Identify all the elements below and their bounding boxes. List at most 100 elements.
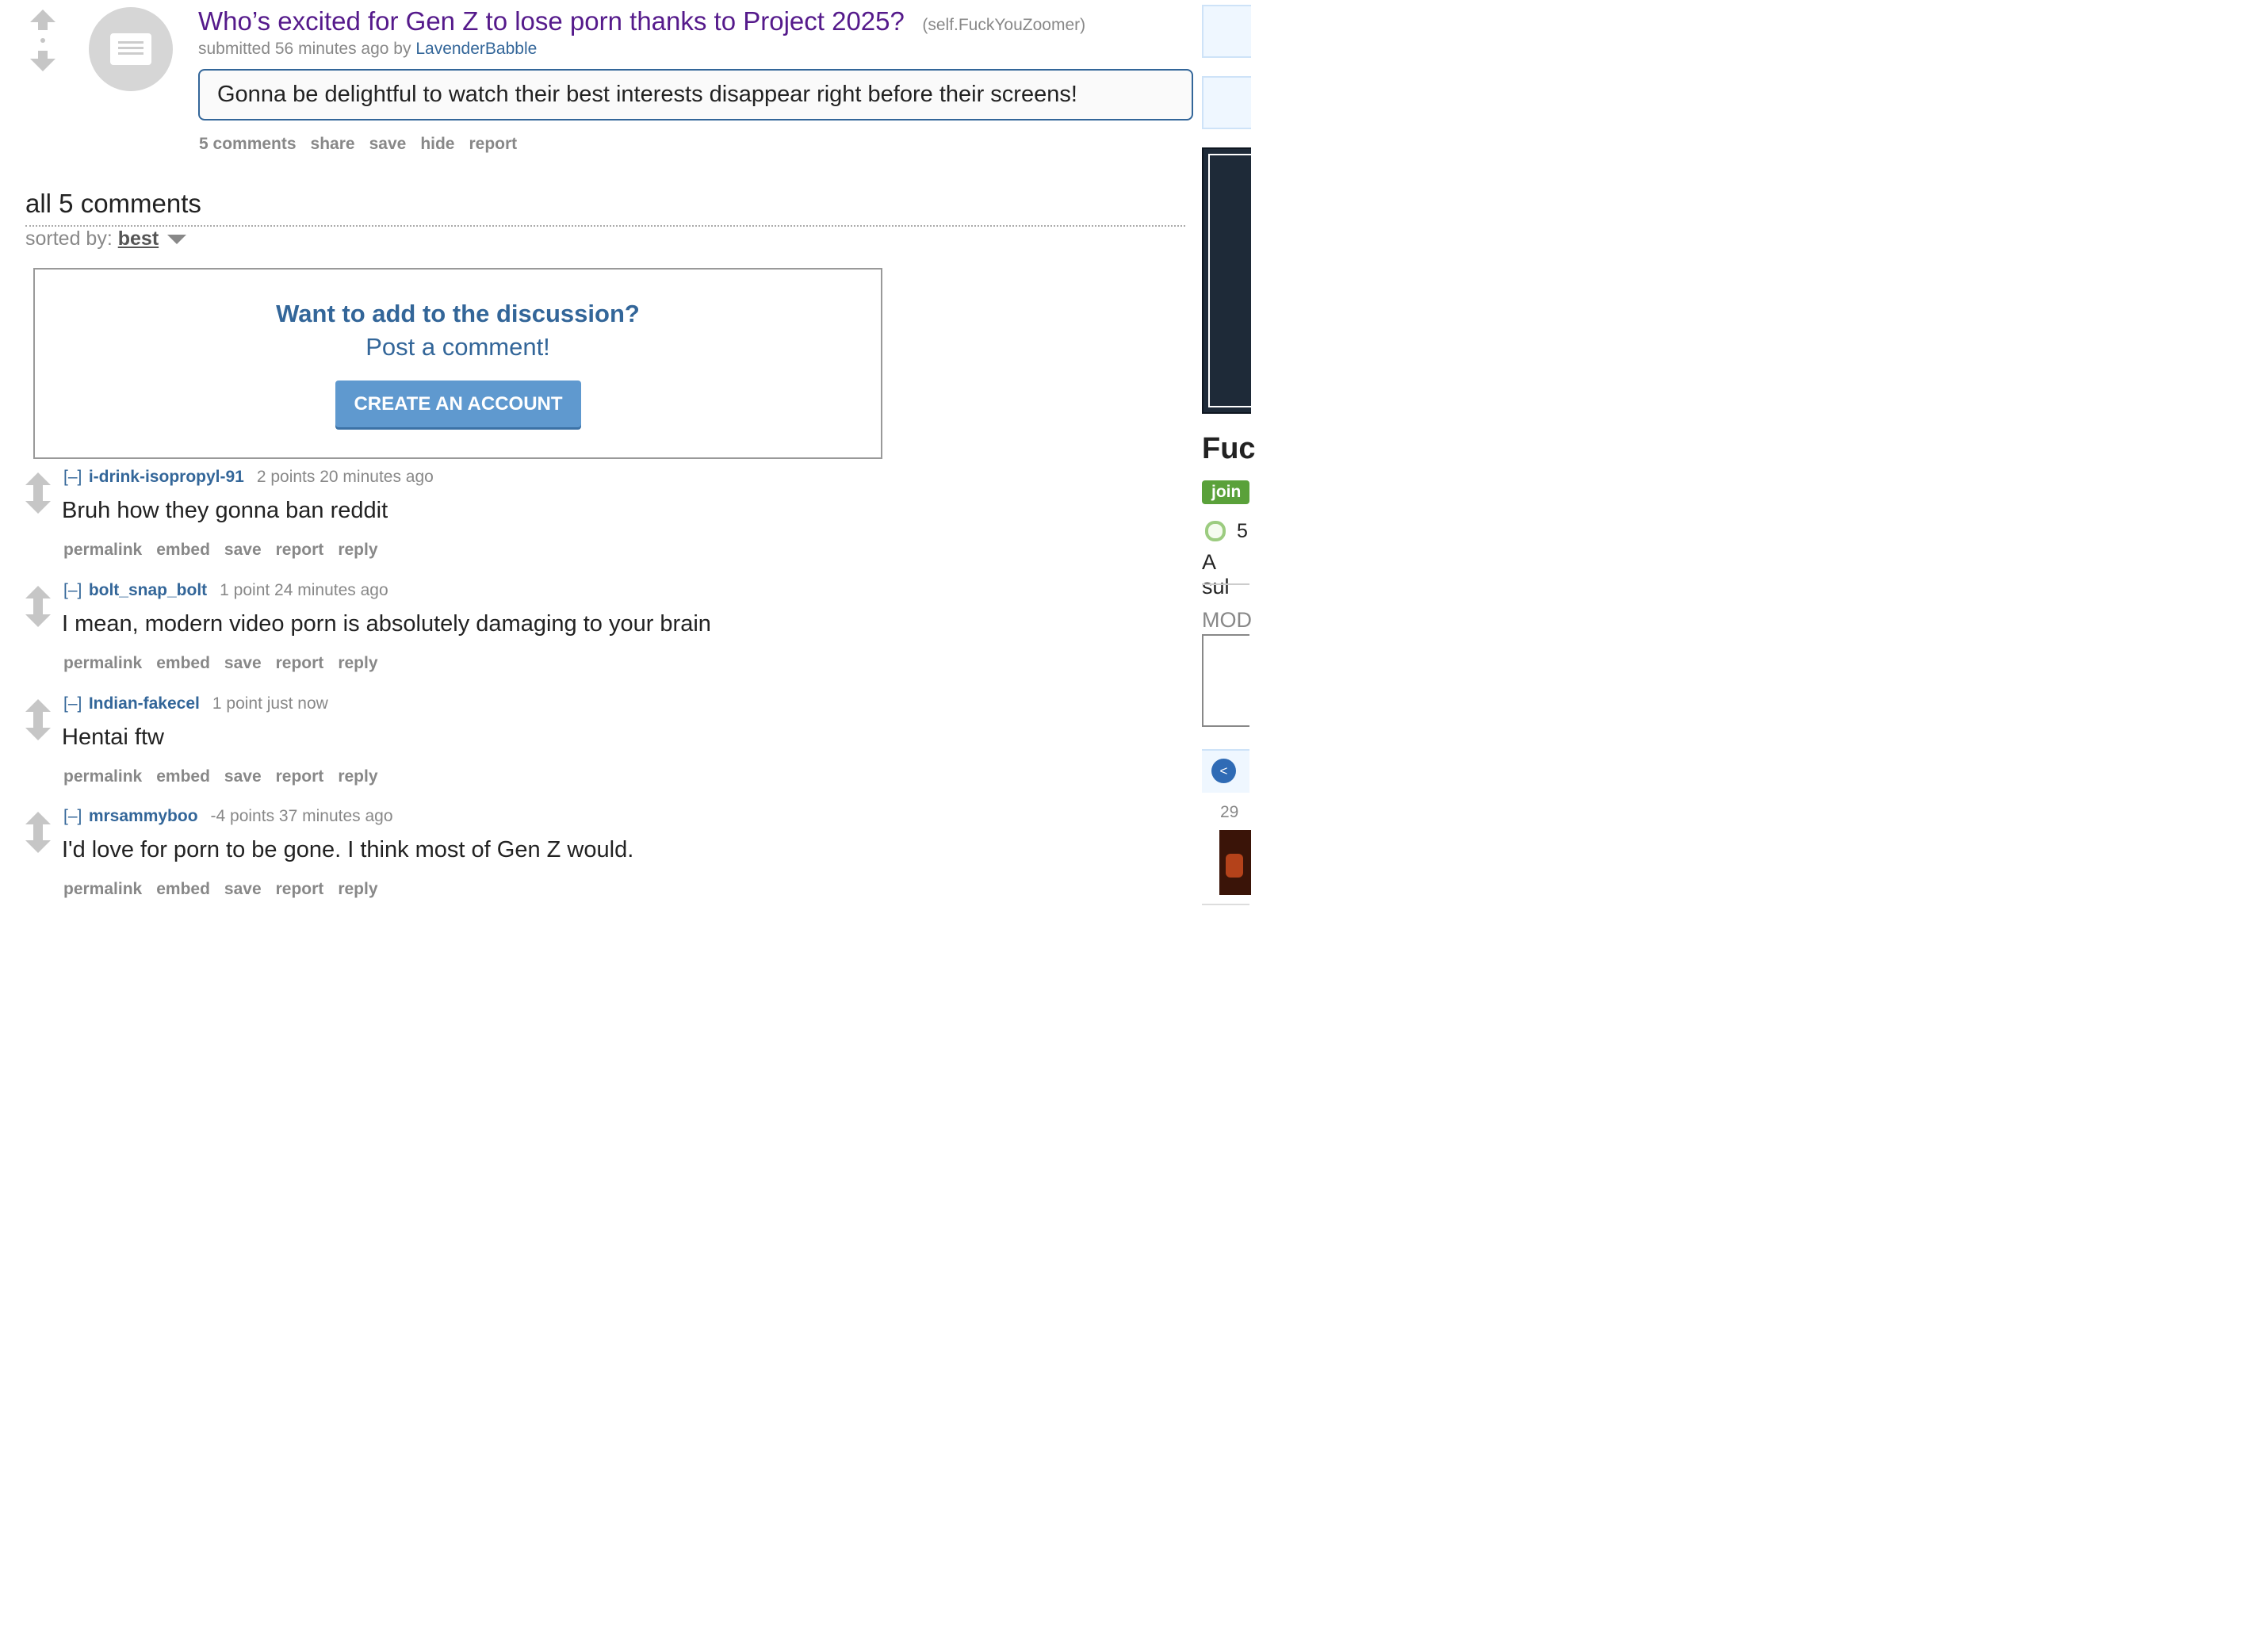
sidebar-search-box[interactable] (1202, 5, 1251, 58)
comment-meta: 1 point 24 minutes ago (220, 581, 388, 599)
sidebar-join-button[interactable]: join (1202, 480, 1249, 504)
embed-button[interactable]: embed (156, 880, 210, 898)
reply-button[interactable]: reply (338, 654, 377, 672)
comment-meta: 2 points 20 minutes ago (256, 468, 434, 486)
upvote-arrow-icon[interactable] (25, 699, 51, 720)
sidebar-bottom-divider (1202, 904, 1249, 905)
permalink-button[interactable]: permalink (63, 880, 142, 898)
collapse-toggle[interactable]: [–] (63, 468, 82, 486)
reply-button[interactable]: reply (338, 880, 377, 898)
reply-button[interactable]: reply (338, 767, 377, 786)
embed-button[interactable]: embed (156, 541, 210, 559)
comment-meta: -4 points 37 minutes ago (210, 807, 393, 825)
comment-meta: 1 point just now (212, 694, 328, 713)
embed-button[interactable]: embed (156, 767, 210, 786)
sidebar-divider (1202, 583, 1249, 585)
share-button[interactable]: share (311, 135, 355, 153)
save-button[interactable]: save (224, 880, 262, 898)
selftext-body: Gonna be delightful to watch their best … (217, 82, 1077, 107)
submitted-text: submitted 56 minutes ago by (198, 40, 411, 58)
permalink-button[interactable]: permalink (63, 541, 142, 559)
self-post-thumbnail[interactable] (89, 7, 173, 91)
reply-button[interactable]: reply (338, 541, 377, 559)
report-button[interactable]: report (469, 135, 517, 153)
collapse-toggle[interactable]: [–] (63, 694, 82, 713)
post-title[interactable]: Who’s excited for Gen Z to lose porn tha… (198, 6, 905, 36)
save-button[interactable]: save (224, 541, 262, 559)
downvote-arrow-icon[interactable] (25, 606, 51, 627)
comment: [–] Indian-fakecel 1 point just now Hentai… (0, 694, 951, 805)
dropdown-arrow-icon[interactable] (167, 235, 187, 245)
post-vote (30, 10, 55, 71)
sidebar-subreddit-title[interactable]: Fuc (1202, 432, 1256, 466)
upvote-arrow-icon[interactable] (30, 10, 55, 30)
discussion-prompt-panel: Want to add to the discussion? Post a co… (33, 268, 882, 459)
downvote-arrow-icon[interactable] (25, 493, 51, 514)
comment-buttons: permalink embed save report reply (63, 880, 392, 899)
comment-tagline: [–] Indian-fakecel 1 point just now (63, 694, 328, 713)
comment-author[interactable]: i-drink-isopropyl-91 (89, 468, 244, 486)
downvote-arrow-icon[interactable] (25, 720, 51, 740)
report-button[interactable]: report (276, 654, 324, 672)
post-buttons: 5 comments share save hide report (199, 135, 531, 154)
comment-tagline: [–] i-drink-isopropyl-91 2 points 20 minu… (63, 468, 434, 487)
upvote-arrow-icon[interactable] (25, 586, 51, 606)
report-button[interactable]: report (276, 767, 324, 786)
comment: [–] bolt_snap_bolt 1 point 24 minutes ago… (0, 581, 951, 692)
collapse-toggle[interactable]: [–] (63, 807, 82, 825)
comment-author[interactable]: Indian-fakecel (89, 694, 200, 713)
save-button[interactable]: save (224, 767, 262, 786)
upvote-arrow-icon[interactable] (25, 812, 51, 832)
sidebar-description: A sul (1202, 550, 1230, 598)
sidebar-carousel: < (1202, 749, 1249, 793)
downvote-arrow-icon[interactable] (25, 832, 51, 853)
sidebar-online-count: 5 (1237, 520, 1248, 542)
join-label: join (1211, 483, 1242, 501)
permalink-button[interactable]: permalink (63, 767, 142, 786)
comment-tagline: [–] mrsammyboo -4 points 37 minutes ago (63, 807, 393, 826)
report-button[interactable]: report (276, 541, 324, 559)
comment-author[interactable]: bolt_snap_bolt (89, 581, 207, 599)
sidebar-thumbnail[interactable] (1219, 830, 1251, 895)
downvote-arrow-icon[interactable] (30, 51, 55, 71)
create-account-label: CREATE AN ACCOUNT (354, 392, 563, 415)
post-tagline: submitted 56 minutes ago by LavenderBabb… (198, 40, 537, 59)
post-selftext: Gonna be delightful to watch their best … (198, 69, 1193, 120)
comment-vote (25, 472, 51, 514)
create-account-button[interactable]: CREATE AN ACCOUNT (335, 380, 581, 427)
carousel-prev-icon: < (1219, 763, 1228, 778)
online-indicator-icon (1205, 521, 1226, 541)
upvote-arrow-icon[interactable] (25, 472, 51, 493)
comment-body: Bruh how they gonna ban reddit (62, 498, 388, 523)
comment-tagline: [–] bolt_snap_bolt 1 point 24 minutes ago (63, 581, 388, 600)
comment-vote (25, 812, 51, 853)
carousel-prev-button[interactable]: < (1211, 759, 1236, 783)
comment: [–] i-drink-isopropyl-91 2 points 20 minu… (0, 468, 951, 579)
sorted-label: sorted by: (25, 228, 113, 250)
collapse-toggle[interactable]: [–] (63, 581, 82, 599)
sidebar-moderators-heading: MOD (1202, 608, 1252, 632)
sort-menu: sorted by: best (25, 228, 187, 250)
comment-body: I'd love for porn to be gone. I think mo… (62, 837, 634, 862)
save-button[interactable]: save (224, 654, 262, 672)
report-button[interactable]: report (276, 880, 324, 898)
comments-link[interactable]: 5 comments (199, 135, 297, 153)
comment-author[interactable]: mrsammyboo (89, 807, 198, 825)
sidebar-date: 29 (1220, 803, 1239, 821)
sidebar-submit-box[interactable] (1202, 76, 1251, 129)
post-domain[interactable]: (self.FuckYouZoomer) (922, 16, 1085, 34)
panel-subheading: Post a comment! (365, 333, 550, 361)
permalink-button[interactable]: permalink (63, 654, 142, 672)
comment-body: I mean, modern video porn is absolutely … (62, 611, 711, 637)
post-author[interactable]: LavenderBabble (415, 40, 537, 58)
comment-vote (25, 586, 51, 627)
embed-button[interactable]: embed (156, 654, 210, 672)
sort-dropdown[interactable]: best (118, 228, 159, 250)
hide-button[interactable]: hide (420, 135, 454, 153)
comments-divider (25, 225, 1185, 227)
panel-heading: Want to add to the discussion? (276, 300, 640, 327)
sidebar-banner-image (1202, 147, 1251, 414)
comment-buttons: permalink embed save report reply (63, 767, 392, 786)
comment-buttons: permalink embed save report reply (63, 654, 392, 673)
save-button[interactable]: save (369, 135, 407, 153)
